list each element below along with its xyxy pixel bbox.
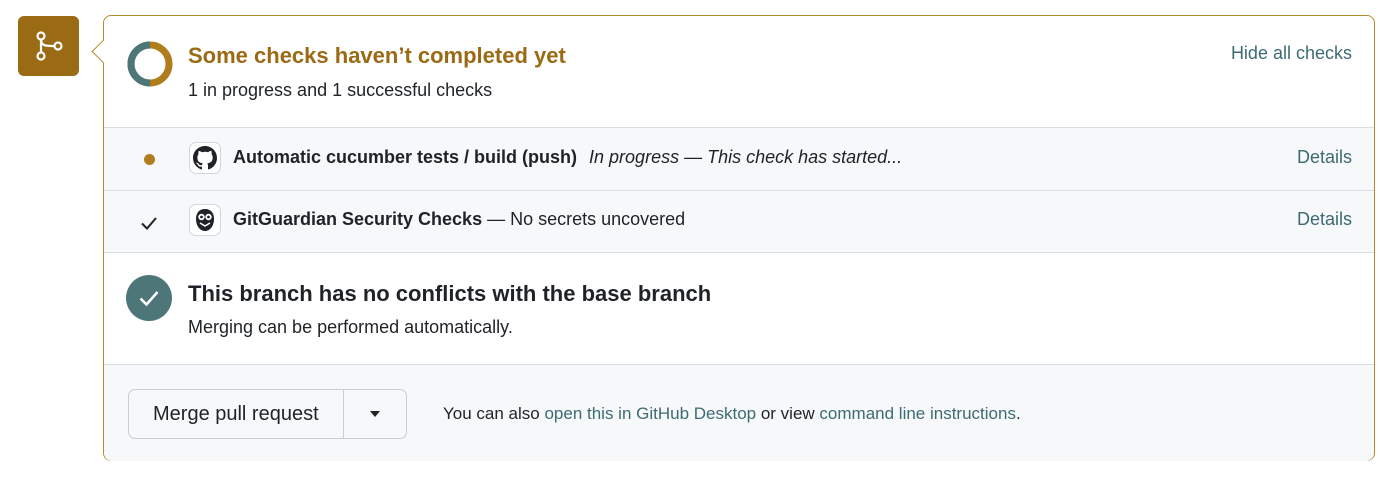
merge-actions: Merge pull request You can also open thi… [104, 364, 1374, 461]
check-status: In progress — This check has started... [589, 147, 903, 167]
merge-hint: You can also open this in GitHub Desktop… [443, 404, 1021, 424]
checks-subtitle: 1 in progress and 1 successful checks [188, 80, 493, 100]
check-text: Automatic cucumber tests / build (push) I… [233, 147, 902, 168]
hint-prefix: You can also [443, 404, 545, 423]
checks-title: Some checks haven’t completed yet [188, 43, 566, 68]
in-progress-dot-icon [144, 154, 155, 165]
hide-all-checks-link[interactable]: Hide all checks [1231, 43, 1352, 64]
check-text: GitGuardian Security Checks — No secrets… [233, 209, 685, 230]
branch-title: This branch has no conflicts with the ba… [188, 281, 712, 306]
branch-subtitle: Merging can be performed automatically. [188, 317, 513, 337]
gitguardian-icon [189, 204, 221, 236]
merge-pull-request-button[interactable]: Merge pull request [129, 390, 344, 438]
git-merge-icon [18, 16, 79, 76]
check-status: — No secrets uncovered [487, 209, 686, 229]
hint-suffix: . [1015, 404, 1021, 423]
checks-list: Automatic cucumber tests / build (push) I… [104, 127, 1374, 253]
branch-status: This branch has no conflicts with the ba… [104, 253, 1374, 364]
check-name: Automatic cucumber tests / build (push) [233, 147, 578, 167]
merge-status-box: Some checks haven’t completed yet 1 in p… [91, 15, 1375, 461]
open-github-desktop-link[interactable]: open this in GitHub Desktop [544, 404, 756, 423]
hint-mid: or view [756, 404, 820, 423]
merge-options-dropdown[interactable] [344, 390, 406, 438]
check-name: GitGuardian Security Checks [233, 209, 483, 229]
github-icon [189, 142, 221, 174]
merge-button-group: Merge pull request [128, 389, 407, 439]
details-link[interactable]: Details [1297, 147, 1352, 168]
details-link[interactable]: Details [1297, 209, 1352, 230]
check-row: GitGuardian Security Checks — No secrets… [104, 190, 1374, 253]
chevron-down-icon [369, 411, 380, 417]
check-row: Automatic cucumber tests / build (push) I… [104, 128, 1374, 191]
command-line-instructions-link[interactable]: command line instructions [819, 404, 1016, 423]
success-check-circle-icon [126, 275, 172, 321]
checks-summary: Some checks haven’t completed yet 1 in p… [104, 16, 1374, 127]
pending-ring-icon [127, 41, 173, 87]
check-icon [141, 217, 157, 230]
